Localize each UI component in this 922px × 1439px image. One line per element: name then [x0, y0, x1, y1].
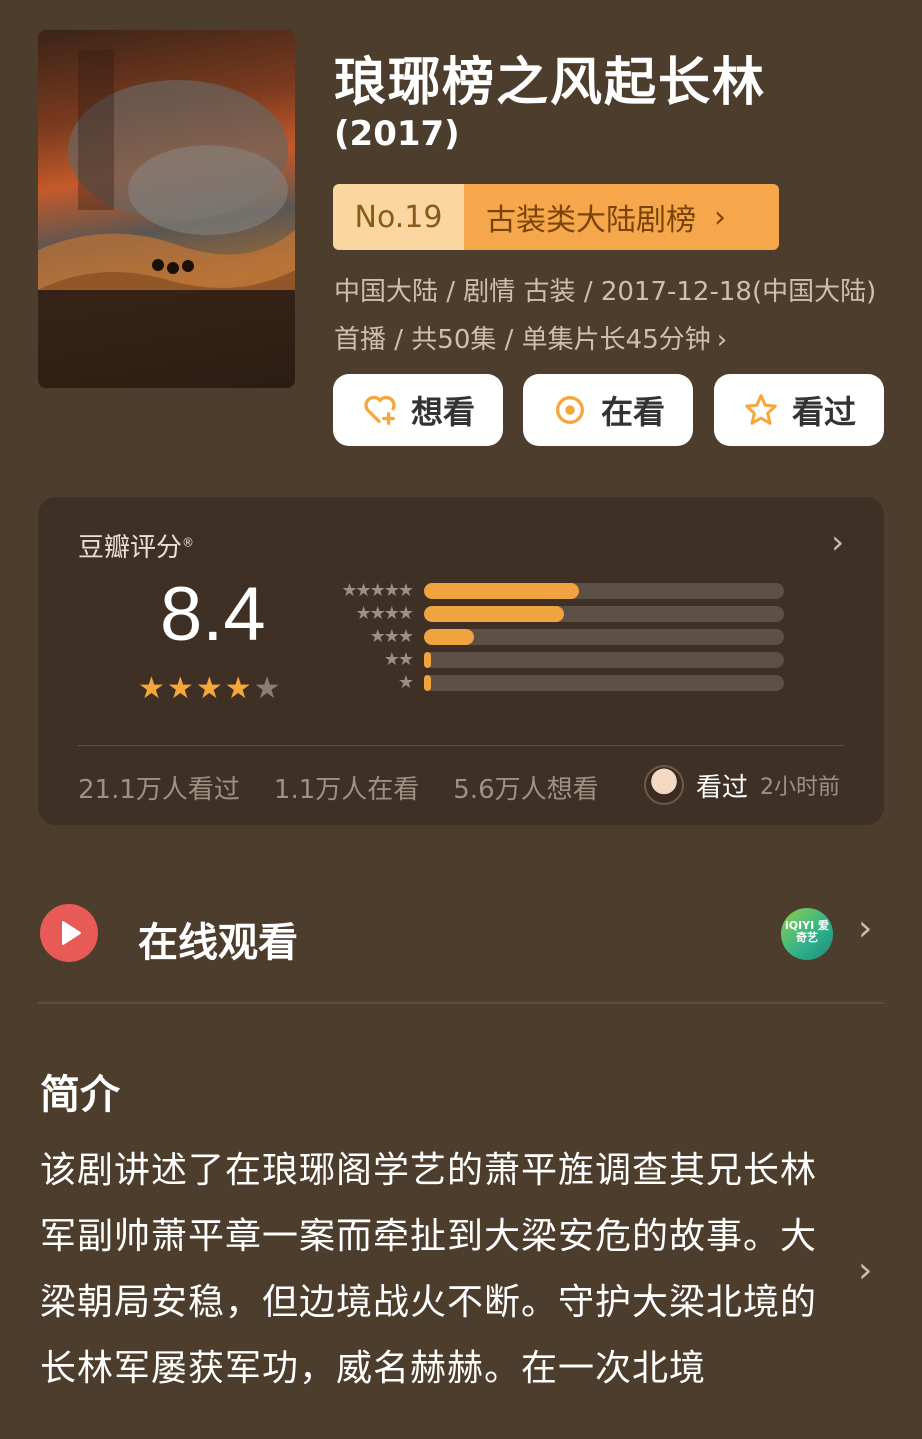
distribution-track	[424, 675, 784, 691]
my-status[interactable]: 看过 2小时前	[644, 765, 840, 805]
distribution-stars: ★★	[383, 649, 414, 670]
poster-artwork	[38, 50, 295, 388]
distribution-row: ★	[318, 672, 784, 693]
distribution-row: ★★★	[318, 626, 784, 647]
chevron-right-icon[interactable]: ›	[858, 908, 872, 949]
synopsis-text[interactable]: 该剧讲述了在琅琊阁学艺的萧平旌调查其兄长林军副帅萧平章一案而牵扯到大梁安危的故事…	[40, 1138, 840, 1402]
distribution-track	[424, 652, 784, 668]
want-button[interactable]: 想看	[333, 374, 503, 446]
synopsis-title: 简介	[40, 1072, 120, 1118]
score-stars: ★ ★ ★ ★ ★	[138, 671, 281, 706]
distribution-fill	[424, 652, 432, 668]
chevron-right-icon: ›	[714, 199, 726, 235]
divider	[38, 1002, 884, 1004]
distribution-fill	[424, 629, 475, 645]
distribution-fill	[424, 675, 432, 691]
watching-label: 在看	[600, 393, 665, 431]
target-icon	[555, 395, 584, 425]
watched-button[interactable]: 看过	[714, 374, 884, 446]
meta-text: 中国大陆 / 剧情 古装 / 2017-12-18(中国大陆)首播 / 共50集…	[334, 277, 877, 355]
distribution-stars: ★	[397, 672, 414, 693]
star-filled-icon: ★	[195, 671, 223, 706]
distribution-stars: ★★★★★	[341, 580, 414, 601]
poster-image[interactable]	[38, 30, 295, 388]
star-outline-icon	[745, 394, 777, 425]
distribution-fill	[424, 583, 579, 599]
avatar	[644, 765, 684, 805]
distribution-stars: ★★★	[369, 626, 414, 647]
my-status-time: 2小时前	[760, 775, 841, 800]
show-meta[interactable]: 中国大陆 / 剧情 古装 / 2017-12-18(中国大陆)首播 / 共50集…	[334, 268, 884, 364]
star-filled-icon: ★	[138, 671, 165, 706]
my-status-label: 看过	[696, 772, 749, 803]
rank-badge[interactable]: No.19 古装类大陆剧榜 ›	[333, 184, 779, 250]
rating-stats: 21.1万人看过 1.1万人在看 5.6万人想看	[78, 769, 599, 806]
watching-count: 1.1万人在看	[273, 775, 420, 805]
distribution-row: ★★★★	[318, 603, 784, 624]
iqiyi-logo-icon[interactable]: iQIYI 爱奇艺	[781, 908, 833, 960]
divider	[78, 745, 844, 746]
watching-button[interactable]: 在看	[523, 374, 693, 446]
chevron-right-icon[interactable]: ›	[831, 523, 844, 561]
show-title: 琅琊榜之风起长林	[334, 53, 767, 113]
distribution-row: ★★★★★	[318, 580, 784, 601]
star-empty-icon: ★	[253, 671, 281, 706]
distribution-fill	[424, 606, 565, 622]
rank-list: 古装类大陆剧榜 ›	[464, 184, 779, 250]
want-label: 想看	[410, 393, 475, 431]
distribution-track	[424, 606, 784, 622]
chevron-right-icon[interactable]: ›	[858, 1250, 872, 1291]
watch-online-title[interactable]: 在线观看	[138, 910, 298, 968]
distribution-row: ★★	[318, 649, 784, 670]
distribution-track	[424, 629, 784, 645]
chevron-right-icon: ›	[716, 325, 728, 355]
distribution-track	[424, 583, 784, 599]
star-filled-icon: ★	[166, 671, 194, 706]
rating-score: 8.4	[160, 572, 266, 657]
play-icon[interactable]	[40, 904, 98, 962]
distribution-stars: ★★★★	[355, 603, 414, 624]
star-filled-icon: ★	[224, 671, 252, 706]
watched-label: 看过	[791, 393, 856, 431]
heart-plus-icon	[364, 395, 396, 425]
show-year: (2017)	[334, 114, 460, 154]
rank-number: No.19	[333, 184, 464, 250]
want-count: 5.6万人想看	[453, 775, 599, 805]
watched-count: 21.1万人看过	[78, 775, 240, 805]
rank-list-name: 古装类大陆剧榜	[486, 203, 696, 238]
rating-card[interactable]: 豆瓣评分® › 8.4 ★ ★ ★ ★ ★ ★★★★★ ★★★★ ★★★ ★★ ★ 21.1万人…	[38, 497, 884, 825]
rating-label: 豆瓣评分®	[78, 533, 195, 563]
